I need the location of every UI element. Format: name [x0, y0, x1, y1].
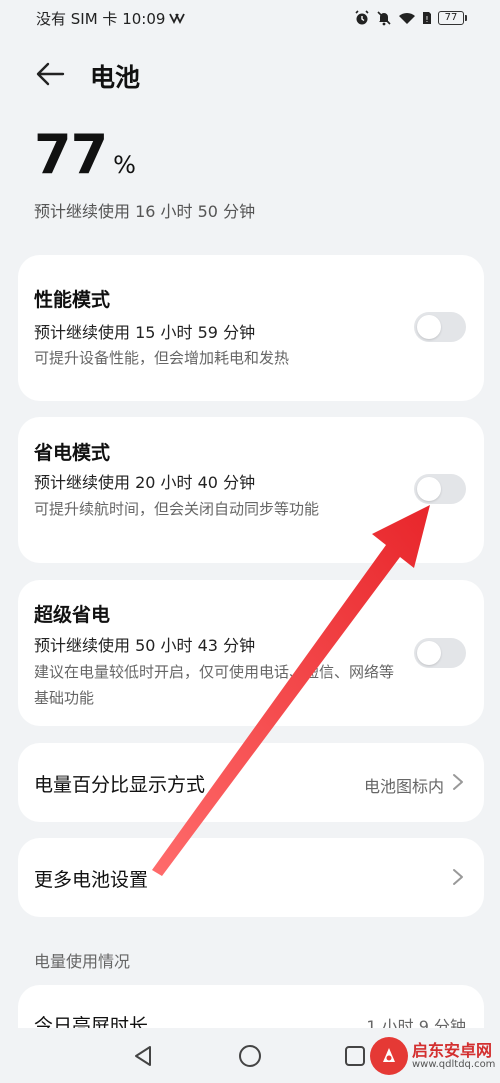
arrow-left-icon	[36, 62, 65, 86]
percent-display-title: 电量百分比显示方式	[34, 774, 206, 796]
toggle-knob	[417, 477, 441, 501]
status-bar: 没有 SIM 卡 10:09 ! 77	[0, 0, 500, 36]
performance-mode-card[interactable]: 性能模式 预计继续使用 15 小时 59 分钟 可提升设备性能，但会增加耗电和发…	[18, 255, 484, 401]
battery-percent-value: 77	[34, 123, 108, 186]
performance-mode-description: 可提升设备性能，但会增加耗电和发热	[34, 349, 290, 367]
battery-level-text: 77	[444, 12, 458, 23]
status-left: 没有 SIM 卡 10:09	[36, 8, 186, 29]
nav-home-button[interactable]	[235, 1042, 265, 1070]
usage-section-header: 电量使用情况	[34, 952, 131, 971]
wifi-icon	[398, 11, 416, 25]
super-power-saving-description: 建议在电量较低时开启，仅可使用电话、短信、网络等基础功能	[34, 663, 395, 707]
power-saving-mode-description: 可提升续航时间，但会关闭自动同步等功能	[34, 500, 320, 518]
triangle-back-icon	[135, 1046, 151, 1066]
alarm-icon	[354, 10, 370, 26]
back-button[interactable]	[30, 56, 70, 92]
performance-mode-title: 性能模式	[34, 289, 111, 311]
battery-indicator: 77	[438, 11, 467, 25]
power-saving-mode-card[interactable]: 省电模式 预计继续使用 20 小时 40 分钟 可提升续航时间，但会关闭自动同步…	[18, 417, 484, 563]
battery-percent: 77 %	[34, 128, 136, 182]
performance-mode-toggle[interactable]	[414, 312, 466, 342]
nav-back-button[interactable]	[128, 1042, 158, 1070]
power-saving-mode-title: 省电模式	[34, 442, 111, 464]
carrier-time-text: 没有 SIM 卡 10:09	[36, 9, 166, 28]
super-power-saving-title: 超级省电	[34, 604, 111, 626]
page-title: 电池	[90, 63, 141, 92]
super-power-saving-estimate: 预计继续使用 50 小时 43 分钟	[34, 636, 256, 655]
watermark-text: 启东安卓网 www.qdltdq.com	[412, 1042, 495, 1071]
status-right: ! 77	[354, 10, 467, 26]
chevron-right-icon	[452, 773, 464, 791]
battery-percent-unit: %	[113, 151, 136, 179]
battery-remaining-time: 预计继续使用 16 小时 50 分钟	[34, 202, 256, 221]
sim-icon: !	[422, 11, 432, 25]
percent-display-value: 电池图标内	[363, 777, 444, 796]
watermark-logo-icon	[370, 1037, 408, 1075]
percent-display-row[interactable]: 电量百分比显示方式 电池图标内	[18, 743, 484, 822]
toggle-knob	[417, 641, 441, 665]
vowifi-icon	[169, 12, 186, 24]
nav-recent-button[interactable]	[340, 1042, 370, 1070]
watermark-url: www.qdltdq.com	[412, 1059, 496, 1071]
power-saving-mode-estimate: 预计继续使用 20 小时 40 分钟	[34, 473, 256, 492]
battery-settings-screen: 没有 SIM 卡 10:09 ! 77 电池 77 % 预计继续使用 16 小时…	[0, 0, 500, 1083]
watermark-name: 启东安卓网	[412, 1040, 493, 1060]
mute-bell-icon	[376, 10, 392, 26]
more-battery-settings-title: 更多电池设置	[34, 869, 149, 891]
svg-text:!: !	[425, 15, 428, 24]
toggle-knob	[417, 315, 441, 339]
more-battery-settings-row[interactable]: 更多电池设置	[18, 838, 484, 917]
performance-mode-estimate: 预计继续使用 15 小时 59 分钟	[34, 323, 256, 342]
power-saving-mode-toggle[interactable]	[414, 474, 466, 504]
super-power-saving-toggle[interactable]	[414, 638, 466, 668]
header: 电池	[0, 50, 500, 98]
super-power-saving-card[interactable]: 超级省电 预计继续使用 50 小时 43 分钟 建议在电量较低时开启，仅可使用电…	[18, 580, 484, 726]
watermark: 启东安卓网 www.qdltdq.com	[370, 1033, 496, 1079]
chevron-right-icon	[452, 868, 464, 886]
circle-home-icon	[239, 1045, 261, 1067]
square-recent-icon	[345, 1046, 365, 1066]
